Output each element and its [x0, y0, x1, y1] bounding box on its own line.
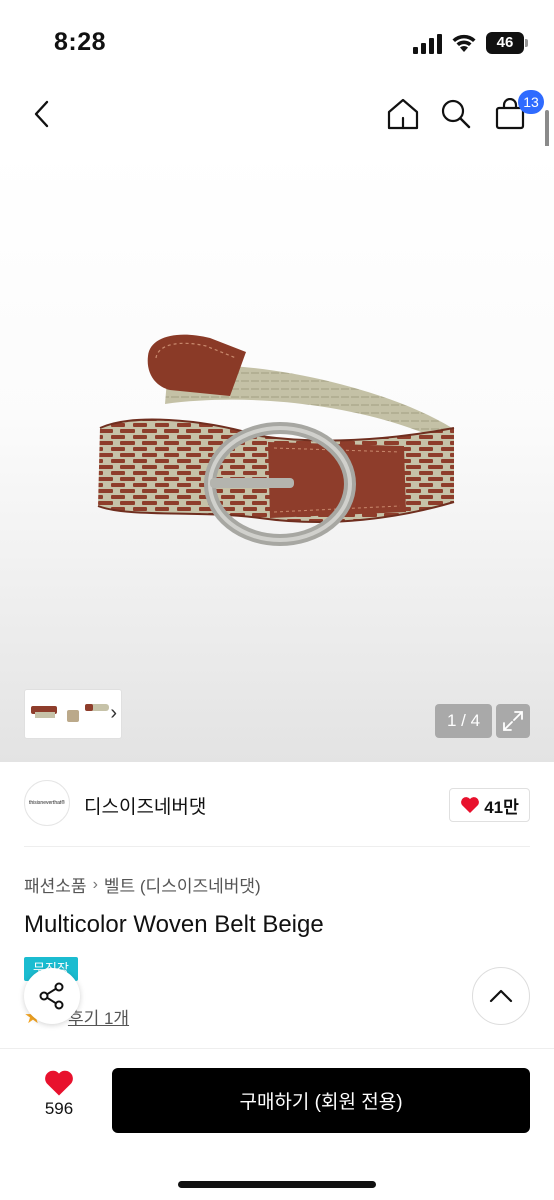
chevron-right-icon: ›: [92, 875, 98, 893]
cart-count-badge: 13: [518, 90, 544, 114]
top-nav: 13: [0, 80, 554, 146]
image-page-counter: 1 / 4: [435, 704, 492, 738]
thumbnail-images: [31, 704, 109, 722]
search-icon: [441, 99, 471, 129]
breadcrumb-subcategory[interactable]: 벨트 (디스이즈네버댓): [104, 872, 261, 897]
home-icon: [387, 98, 419, 130]
scroll-to-top-button[interactable]: [472, 967, 530, 1025]
cart-button[interactable]: 13: [488, 90, 544, 136]
back-arrow-icon: [34, 100, 49, 128]
share-button[interactable]: [24, 968, 80, 1024]
expand-icon: [503, 711, 523, 731]
search-button[interactable]: [434, 92, 478, 136]
chevron-right-icon: ›: [110, 702, 117, 724]
brand-logo-text: thisisneverthat®: [29, 800, 65, 806]
battery-indicator: 46: [486, 32, 528, 54]
status-time: 8:28: [54, 28, 107, 56]
back-button[interactable]: [20, 92, 64, 136]
thumbnail-strip[interactable]: ›: [24, 689, 122, 739]
heart-icon: [461, 797, 480, 813]
home-indicator: [178, 1181, 376, 1188]
wishlist-button[interactable]: 596: [24, 1069, 94, 1129]
product-title: Multicolor Woven Belt Beige: [24, 911, 324, 938]
brand-like-count: 41만: [484, 797, 519, 817]
breadcrumb: 패션소품 › 벨트 (디스이즈네버댓): [24, 872, 261, 897]
wifi-icon: [452, 34, 476, 52]
product-image[interactable]: [0, 146, 554, 762]
share-icon: [39, 982, 64, 1010]
brand-name[interactable]: 디스이즈네버댓: [84, 792, 206, 819]
wishlist-count: 596: [44, 1099, 74, 1118]
brand-like-button[interactable]: 41만: [449, 788, 530, 822]
brand-row: thisisneverthat® 디스이즈네버댓 41만: [0, 762, 554, 846]
belt-product-photo: [97, 334, 455, 546]
bottom-action-bar: 596 구매하기 (회원 전용): [0, 1048, 554, 1200]
status-bar: 8:28 46: [0, 0, 554, 80]
brand-logo[interactable]: thisisneverthat®: [24, 780, 70, 826]
buy-button[interactable]: 구매하기 (회원 전용): [112, 1068, 530, 1133]
chevron-up-icon: [489, 989, 513, 1003]
cellular-signal-icon: [413, 34, 442, 54]
home-button[interactable]: [381, 92, 425, 136]
divider: [24, 846, 530, 847]
expand-image-button[interactable]: [496, 704, 530, 738]
breadcrumb-category[interactable]: 패션소품: [24, 872, 87, 897]
heart-icon: [45, 1070, 73, 1096]
